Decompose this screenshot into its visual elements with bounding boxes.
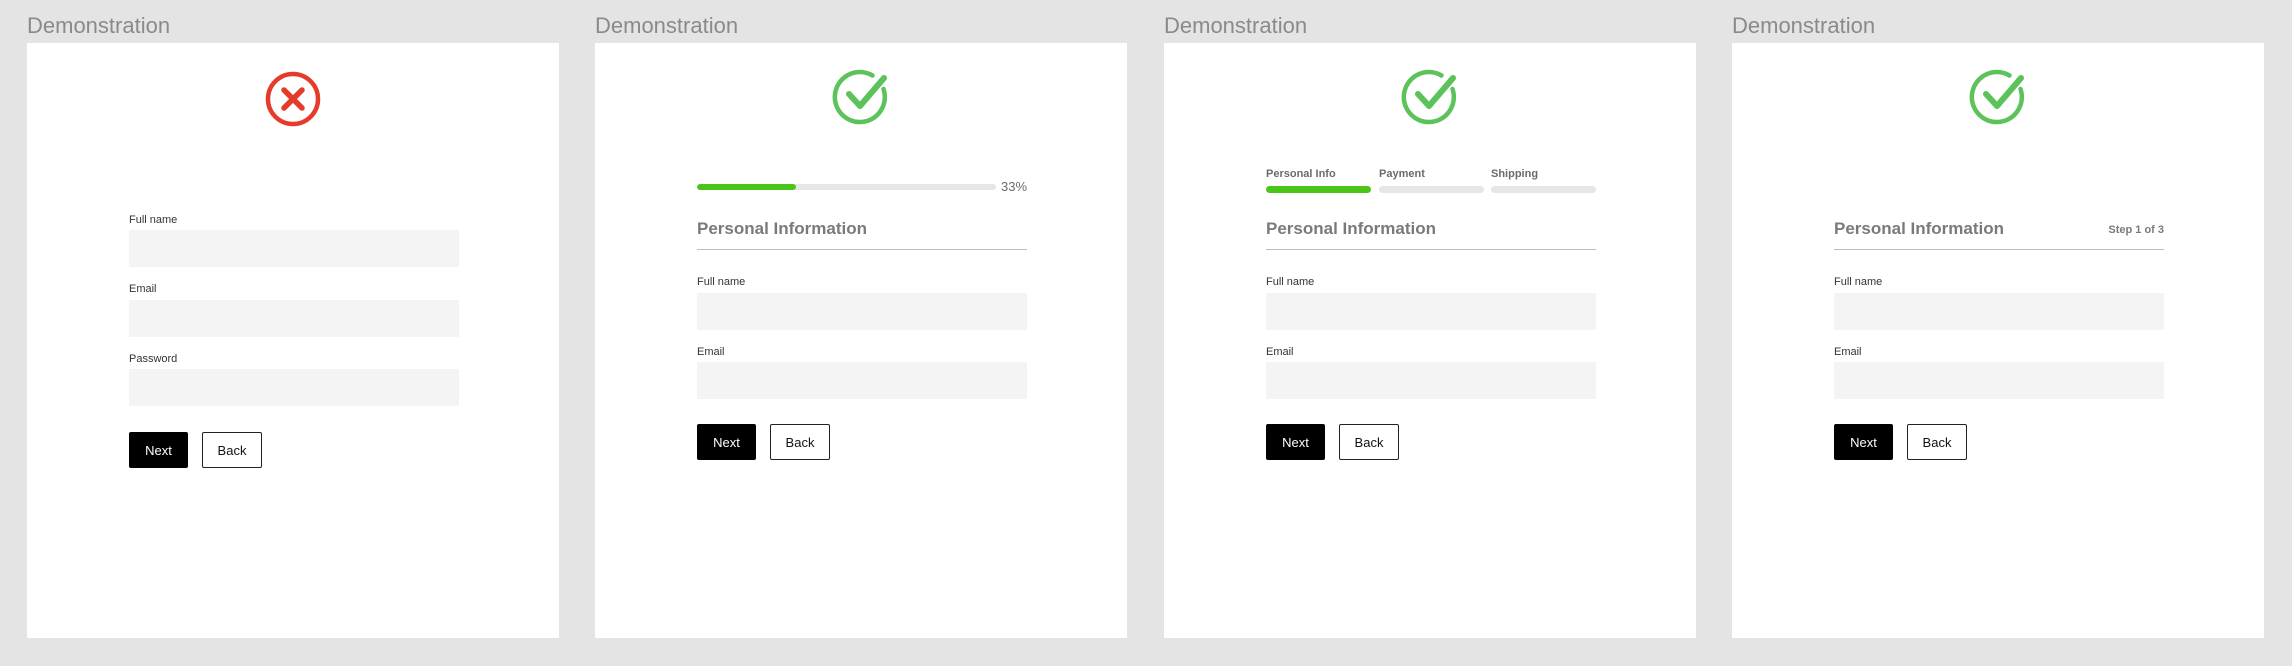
error-x-circle-icon xyxy=(263,69,323,129)
panel-caption: Demonstration xyxy=(27,13,171,38)
full-name-input[interactable] xyxy=(129,230,459,267)
step-payment: Payment xyxy=(1379,167,1484,193)
demo-panel-step-indicator: Demonstration Personal Info Payment Ship… xyxy=(1164,0,1696,666)
email-label: Email xyxy=(1266,346,1294,358)
back-button[interactable]: Back xyxy=(1907,424,1967,460)
full-name-label: Full name xyxy=(129,214,178,226)
email-label: Email xyxy=(697,346,725,358)
section-header: Personal Information Step 1 of 3 xyxy=(1834,217,2164,250)
full-name-label: Full name xyxy=(697,276,746,288)
demo-panel-step-counter: Demonstration Personal Information Step … xyxy=(1732,0,2264,666)
email-input[interactable] xyxy=(1834,362,2164,399)
section-header: Personal Information xyxy=(697,217,1027,250)
back-button[interactable]: Back xyxy=(1339,424,1399,460)
progress-bar xyxy=(697,184,996,190)
demo-panel-error: Demonstration Full name Email Password N… xyxy=(27,0,559,666)
step-bar xyxy=(1491,186,1596,193)
form-card: Full name Email Password Next Back xyxy=(27,43,559,638)
step-counter: Step 1 of 3 xyxy=(2108,224,2164,236)
progress-percent-label: 33% xyxy=(1001,179,1028,194)
step-label: Personal Info xyxy=(1266,168,1336,180)
back-button[interactable]: Back xyxy=(202,432,262,468)
next-button[interactable]: Next xyxy=(1834,424,1893,460)
step-label: Shipping xyxy=(1491,168,1539,180)
full-name-label: Full name xyxy=(1266,276,1315,288)
full-name-input[interactable] xyxy=(1266,293,1596,330)
form-card: Personal Info Payment Shipping Personal … xyxy=(1164,43,1696,638)
step-personal-info: Personal Info xyxy=(1266,167,1371,193)
success-check-circle-icon xyxy=(831,67,891,127)
next-button[interactable]: Next xyxy=(129,432,188,468)
section-title: Personal Information xyxy=(697,219,868,238)
next-button[interactable]: Next xyxy=(697,424,756,460)
demo-panel-progress-bar: Demonstration 33% Personal Information F… xyxy=(595,0,1127,666)
full-name-label: Full name xyxy=(1834,276,1883,288)
email-input[interactable] xyxy=(1266,362,1596,399)
success-check-circle-icon xyxy=(1968,67,2028,127)
panel-caption: Demonstration xyxy=(1164,13,1308,38)
form-card: Personal Information Step 1 of 3 Full na… xyxy=(1732,43,2264,638)
password-label: Password xyxy=(129,353,178,365)
full-name-input[interactable] xyxy=(1834,293,2164,330)
full-name-input[interactable] xyxy=(697,293,1027,330)
email-label: Email xyxy=(1834,346,1862,358)
back-button[interactable]: Back xyxy=(770,424,830,460)
email-label: Email xyxy=(129,283,157,295)
section-header: Personal Information xyxy=(1266,217,1596,250)
step-bar xyxy=(1379,186,1484,193)
step-label: Payment xyxy=(1379,168,1425,180)
panel-caption: Demonstration xyxy=(595,13,739,38)
email-input[interactable] xyxy=(697,362,1027,399)
form-card: 33% Personal Information Full name Email… xyxy=(595,43,1127,638)
next-button[interactable]: Next xyxy=(1266,424,1325,460)
success-check-circle-icon xyxy=(1400,67,1460,127)
step-bar-active xyxy=(1266,186,1371,193)
progress-bar-fill xyxy=(697,184,796,190)
section-title: Personal Information xyxy=(1834,219,2005,238)
step-shipping: Shipping xyxy=(1491,167,1596,193)
panel-caption: Demonstration xyxy=(1732,13,1876,38)
email-input[interactable] xyxy=(129,300,459,337)
password-input[interactable] xyxy=(129,369,459,406)
section-title: Personal Information xyxy=(1266,219,1437,238)
